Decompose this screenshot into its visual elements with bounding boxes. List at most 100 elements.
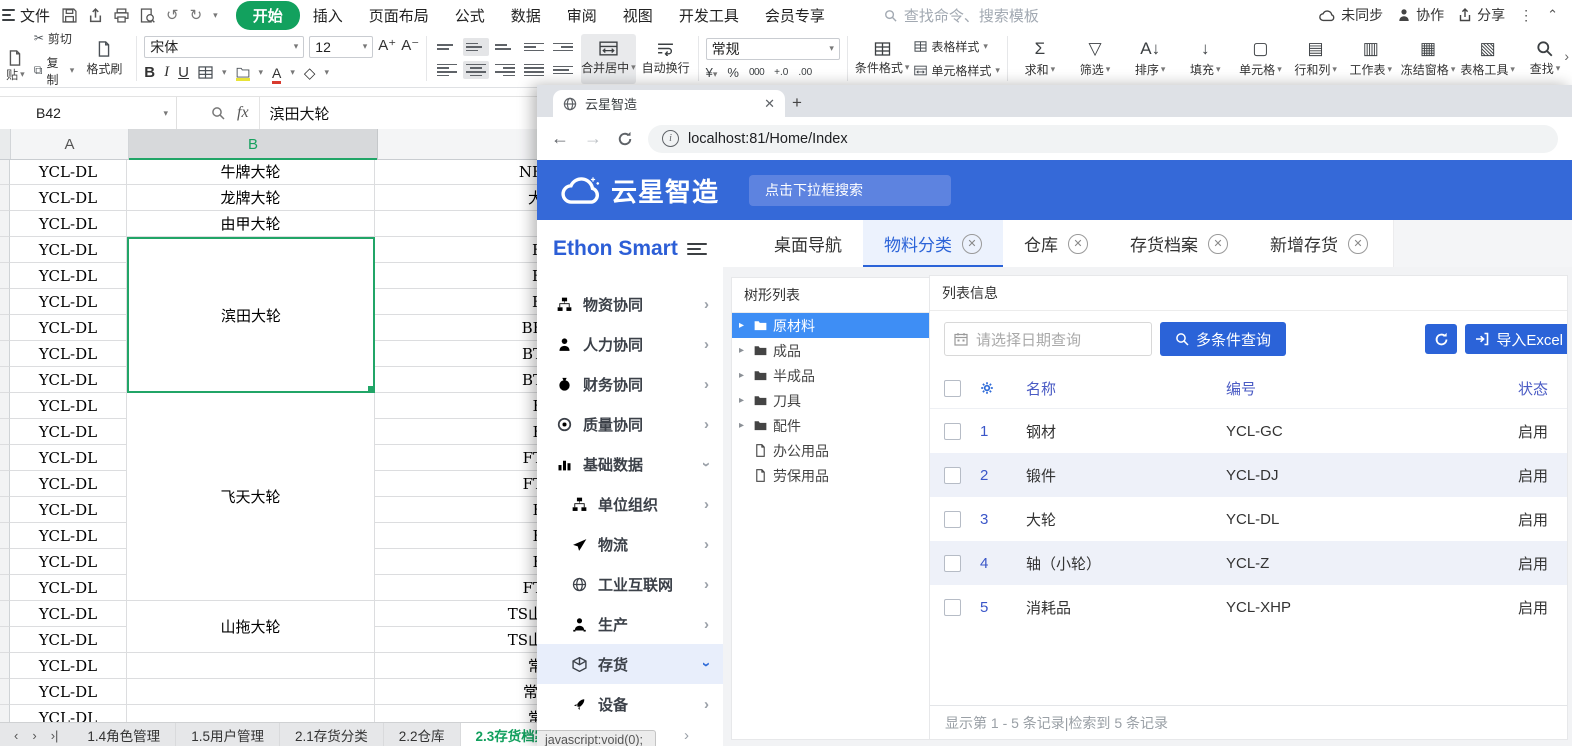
sheet-cell-a[interactable]: YCL-DL: [10, 627, 127, 653]
sheet-cell-c[interactable]: F: [375, 523, 546, 549]
sheet-tab[interactable]: 1.4角色管理: [72, 723, 176, 746]
row-checkbox[interactable]: [944, 467, 961, 484]
row-header[interactable]: [0, 237, 10, 263]
save-icon[interactable]: [62, 8, 77, 23]
cut-button[interactable]: ✂ 剪切: [34, 30, 74, 47]
sheet-cell-c[interactable]: TS山: [375, 601, 546, 627]
table-row[interactable]: 5 消耗品 YCL-XHP 启用: [930, 585, 1567, 629]
sheet-cell-a[interactable]: YCL-DL: [10, 315, 127, 341]
sheet-cell-b[interactable]: 由甲大轮: [127, 211, 375, 237]
sheet-cell-a[interactable]: YCL-DL: [10, 497, 127, 523]
sheet-cell-a[interactable]: YCL-DL: [10, 211, 127, 237]
sheet-tab[interactable]: 2.2仓库: [384, 723, 461, 746]
table-row[interactable]: 4 轴（小轮） YCL-Z 启用: [930, 541, 1567, 585]
app-tab[interactable]: 物料分类 ✕: [863, 220, 1003, 267]
tree-item[interactable]: 劳保用品: [732, 463, 932, 488]
output-icon[interactable]: [88, 8, 103, 23]
sheet-cell-a[interactable]: YCL-DL: [10, 523, 127, 549]
sheet-cell-c[interactable]: [375, 211, 546, 237]
ribbon-tab[interactable]: 插入: [300, 2, 356, 29]
row-header[interactable]: [0, 471, 10, 497]
ribbon-big-button[interactable]: Σ 求和▾: [1015, 34, 1065, 84]
decrease-font-icon[interactable]: A⁻: [401, 36, 419, 58]
row-header[interactable]: [0, 627, 10, 653]
sheet-cell-a[interactable]: YCL-DL: [10, 159, 127, 185]
table-style-button[interactable]: 表格样式▾: [914, 38, 1000, 55]
sheet-cell-c[interactable]: F: [375, 497, 546, 523]
column-header-b[interactable]: B: [129, 129, 378, 159]
sheet-cell-a[interactable]: YCL-DL: [10, 367, 127, 393]
back-icon[interactable]: ←: [551, 128, 569, 149]
app-tab[interactable]: 存货档案 ✕: [1109, 220, 1249, 267]
sheet-cell-a[interactable]: YCL-DL: [10, 263, 127, 289]
paste-button[interactable]: 贴▾: [2, 35, 29, 83]
sheet-cell-a[interactable]: YCL-DL: [10, 575, 127, 601]
share-button[interactable]: 分享: [1458, 5, 1505, 25]
percent-format-icon[interactable]: %: [727, 65, 739, 80]
qat-more-icon[interactable]: ▾: [213, 10, 218, 21]
sheet-cell-a[interactable]: YCL-DL: [10, 341, 127, 367]
increase-decimal-icon[interactable]: +.0: [774, 67, 788, 78]
sheet-cell-c[interactable]: FT: [375, 471, 546, 497]
select-all-checkbox[interactable]: [944, 380, 961, 397]
table-row[interactable]: 3 大轮 YCL-DL 启用: [930, 497, 1567, 541]
row-header[interactable]: [0, 601, 10, 627]
font-name-select[interactable]: 宋体▾: [144, 36, 304, 58]
sheet-cell-b[interactable]: [127, 653, 375, 679]
import-excel-button[interactable]: 导入Excel: [1465, 324, 1568, 354]
sheet-tab[interactable]: 2.1存货分类: [280, 723, 384, 746]
row-header[interactable]: [0, 549, 10, 575]
ribbon-tab[interactable]: 视图: [610, 2, 666, 29]
tab-close-circle-icon[interactable]: ✕: [1068, 234, 1088, 254]
sheet-cell-c[interactable]: F: [375, 549, 546, 575]
align-center-icon[interactable]: [463, 61, 489, 79]
row-header[interactable]: [0, 523, 10, 549]
sidebar-toggle-icon[interactable]: [687, 243, 707, 255]
sheet-cell-b[interactable]: 龙牌大轮: [127, 185, 375, 211]
collaborate-button[interactable]: 协作: [1397, 5, 1444, 25]
row-header[interactable]: [0, 159, 10, 185]
refresh-button[interactable]: [1425, 324, 1457, 354]
new-tab-button[interactable]: +: [785, 93, 809, 113]
formula-input[interactable]: 滨田大轮: [259, 97, 546, 129]
row-checkbox[interactable]: [944, 599, 961, 616]
ribbon-big-button[interactable]: ▢ 单元格▾: [1235, 34, 1285, 84]
sidebar-menu-item[interactable]: 质量协同 ›: [537, 404, 723, 444]
sheet-cell-a[interactable]: YCL-DL: [10, 445, 127, 471]
app-tab[interactable]: 桌面导航: [753, 220, 863, 267]
zoom-formula-icon[interactable]: [211, 106, 225, 120]
merge-center-button[interactable]: 合并居中▾: [581, 34, 636, 84]
site-info-icon[interactable]: i: [662, 130, 679, 147]
row-header[interactable]: [0, 211, 10, 237]
sheet-cell-c[interactable]: BT: [375, 341, 546, 367]
table-row[interactable]: 2 锻件 YCL-DJ 启用: [930, 453, 1567, 497]
underline-button[interactable]: U: [178, 64, 189, 81]
multi-condition-query-button[interactable]: 多条件查询: [1160, 322, 1286, 356]
tree-item[interactable]: ▸ 成品: [732, 338, 932, 363]
tree-item[interactable]: ▸ 配件: [732, 413, 932, 438]
increase-indent-icon[interactable]: [550, 38, 576, 56]
ribbon-big-button[interactable]: ▥ 工作表▾: [1346, 34, 1396, 84]
ribbon-big-button[interactable]: ↓ 填充▾: [1180, 34, 1230, 84]
sheet-cell-c[interactable]: NB: [375, 159, 546, 185]
sidebar-menu-item[interactable]: 设备 ›: [537, 684, 723, 724]
row-header[interactable]: [0, 575, 10, 601]
sheet-cell-a[interactable]: YCL-DL: [10, 289, 127, 315]
more-options-icon[interactable]: ⋮: [1519, 7, 1533, 24]
row-header[interactable]: [0, 419, 10, 445]
row-header[interactable]: [0, 705, 10, 722]
sheet-cell-a[interactable]: YCL-DL: [10, 601, 127, 627]
reload-icon[interactable]: [617, 131, 633, 147]
print-icon[interactable]: [114, 8, 129, 23]
ribbon-big-button[interactable]: A↓ 排序▾: [1125, 34, 1175, 84]
sheet-cell-c[interactable]: TS山: [375, 627, 546, 653]
header-search-dropdown[interactable]: 点击下拉框搜索: [749, 175, 951, 206]
sidebar-menu-item[interactable]: 物流 ›: [537, 524, 723, 564]
sheet-cell-b[interactable]: [127, 705, 375, 722]
row-header[interactable]: [0, 393, 10, 419]
sheet-cell-c[interactable]: F: [375, 393, 546, 419]
tree-item[interactable]: ▸ 刀具: [732, 388, 932, 413]
text-direction-icon[interactable]: [550, 61, 576, 79]
tab-close-circle-icon[interactable]: ✕: [962, 234, 982, 254]
sidebar-menu-item[interactable]: 存货 ›: [537, 644, 723, 684]
